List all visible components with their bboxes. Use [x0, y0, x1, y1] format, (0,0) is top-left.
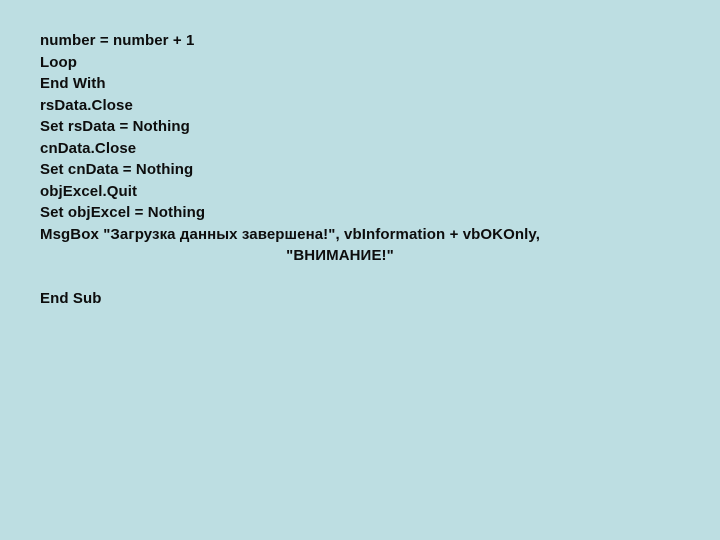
slide-canvas: number = number + 1 Loop End With rsData…: [0, 0, 720, 540]
code-line: cnData.Close: [40, 139, 137, 157]
code-line: Loop: [40, 53, 78, 71]
code-line: End With: [40, 75, 106, 92]
code-line: Set cnData = Nothing: [40, 161, 194, 178]
code-block: number = number + 1 Loop End With rsData…: [40, 30, 680, 310]
code-line-msgbox-title: "ВНИМАНИЕ!": [286, 247, 394, 264]
code-line-end-sub: End Sub: [40, 290, 102, 307]
code-line: objExcel.Quit: [40, 182, 138, 200]
code-line: number = number + 1: [40, 32, 195, 49]
code-line-msgbox: MsgBox "Загрузка данных завершена!", vbI…: [40, 225, 540, 243]
code-line: Set objExcel = Nothing: [40, 204, 206, 221]
code-line: Set rsData = Nothing: [40, 118, 190, 135]
code-line: rsData.Close: [40, 96, 133, 114]
